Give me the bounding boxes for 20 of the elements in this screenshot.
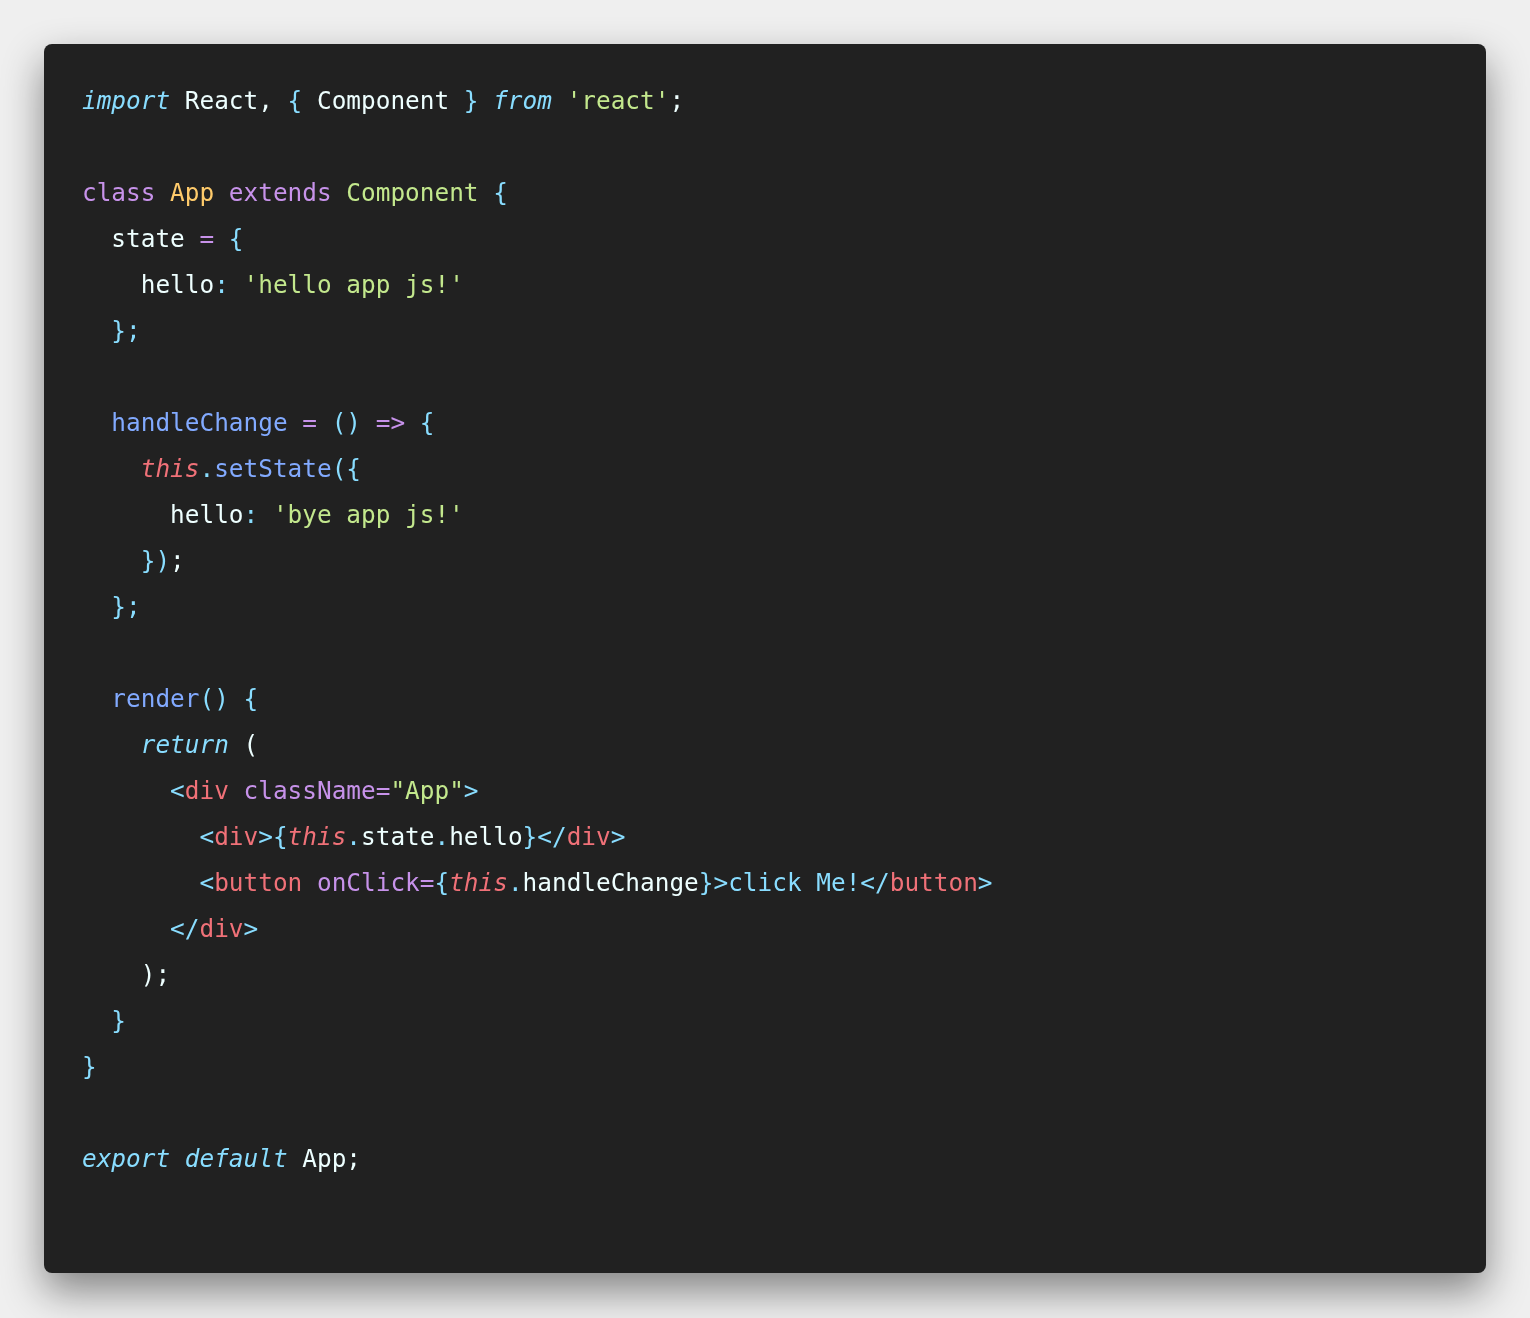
code-line: handleChange = () => { bbox=[110, 407, 436, 439]
code-line: hello: 'bye app js!' bbox=[169, 499, 465, 531]
code-line: class App extends Component { bbox=[82, 177, 509, 209]
code-line: hello: 'hello app js!' bbox=[139, 269, 465, 301]
code-line: render() { bbox=[110, 683, 260, 715]
code-line: this.setState({ bbox=[139, 453, 363, 485]
code-line: }; bbox=[110, 315, 142, 347]
code-line: export default App; bbox=[82, 1143, 363, 1175]
code-line: } bbox=[110, 1005, 128, 1037]
code-line: <div>{this.state.hello}</div> bbox=[198, 821, 627, 853]
code-line: ); bbox=[139, 959, 172, 991]
code-line: }; bbox=[110, 591, 142, 623]
code-line: <button onClick={this.handleChange}>click Me!</button> bbox=[198, 867, 994, 899]
code-line: return ( bbox=[139, 729, 260, 761]
code-line: import React, { Component } from 'react'; bbox=[82, 85, 686, 117]
code-line: <div className="App"> bbox=[169, 775, 480, 807]
code-line: </div> bbox=[169, 913, 260, 945]
code-line: }); bbox=[139, 545, 186, 577]
code-line: } bbox=[82, 1051, 98, 1083]
code-line: state = { bbox=[110, 223, 245, 255]
